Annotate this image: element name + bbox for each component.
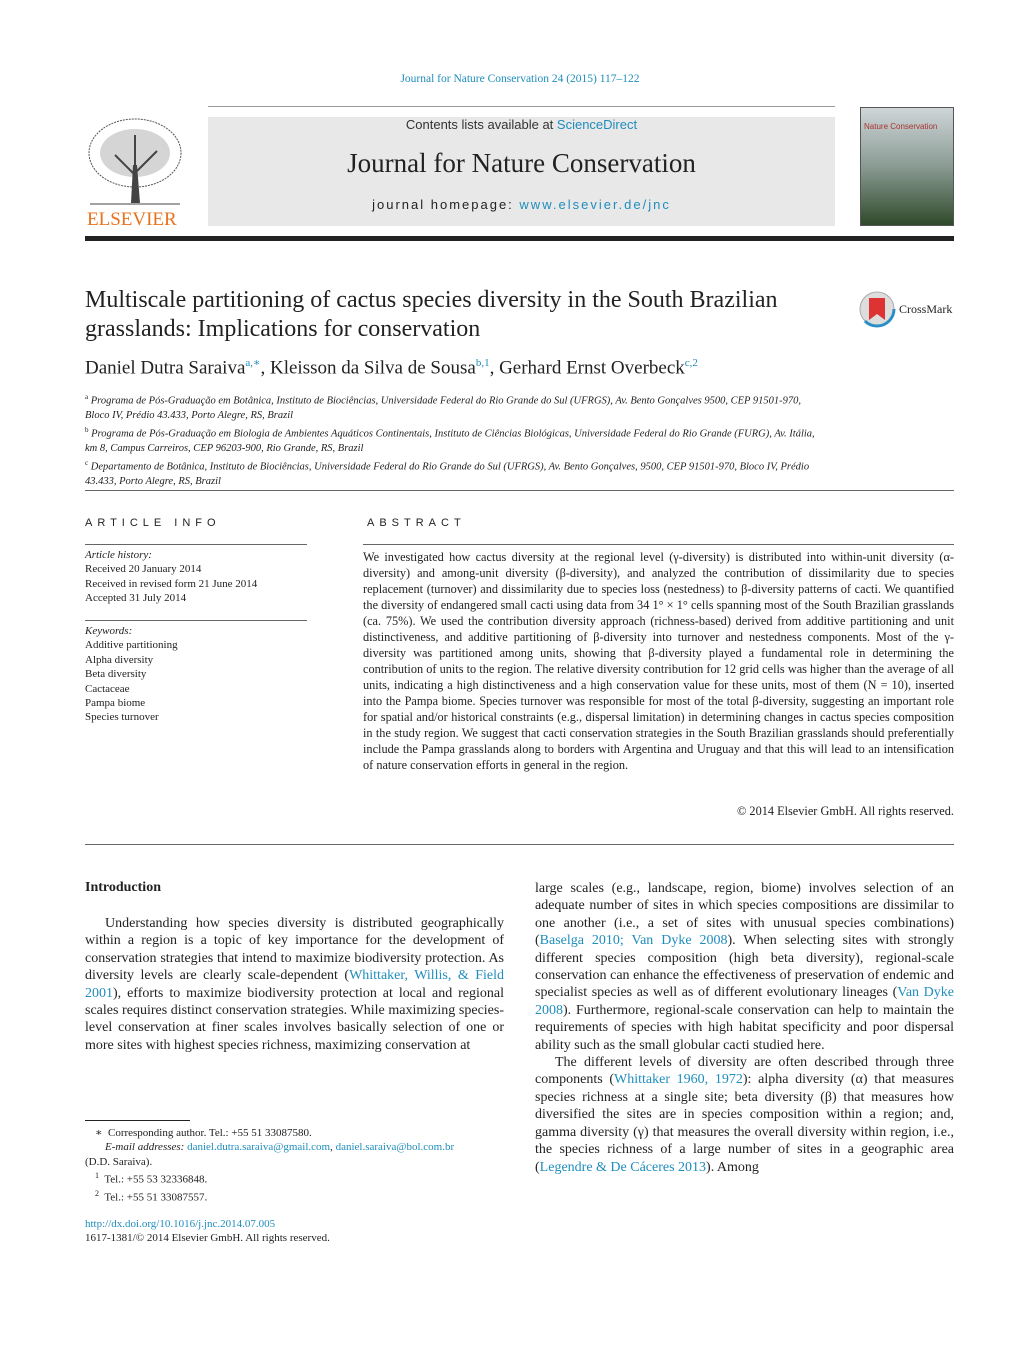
journal-title: Journal for Nature Conservation xyxy=(347,148,696,178)
citation-link[interactable]: Baselga 2010; Van Dyke 2008 xyxy=(540,933,728,948)
body-column-left: Understanding how species diversity is d… xyxy=(85,915,504,1054)
crossmark-badge[interactable]: CrossMark xyxy=(858,290,952,328)
tree-icon: ELSEVIER xyxy=(85,115,185,230)
affiliation: b Programa de Pós-Graduação em Biologia … xyxy=(85,426,815,454)
affiliations: a Programa de Pós-Graduação em Botânica,… xyxy=(85,390,815,489)
running-head[interactable]: Journal for Nature Conservation 24 (2015… xyxy=(0,73,1020,85)
affiliation: a Programa de Pós-Graduação em Botânica,… xyxy=(85,393,802,421)
footnotes: ∗ Corresponding author. Tel.: +55 51 330… xyxy=(85,1127,455,1245)
homepage-link[interactable]: www.elsevier.de/jnc xyxy=(519,197,670,212)
sciencedirect-link[interactable]: ScienceDirect xyxy=(557,117,637,132)
article-title: Multiscale partitioning of cactus specie… xyxy=(85,287,778,342)
paragraph: Understanding how species diversity is d… xyxy=(85,916,504,1053)
journal-cover: Nature Conservation xyxy=(860,107,954,226)
email-link[interactable]: daniel.dutra.saraiva@gmail.com xyxy=(187,1141,330,1153)
citation-link[interactable]: Legendre & De Cáceres 2013 xyxy=(540,1160,706,1175)
abstract-text: We investigated how cactus diversity at … xyxy=(363,550,954,772)
divider xyxy=(85,544,307,545)
article-info-heading: ARTICLE INFO xyxy=(85,517,221,529)
homepage-label: journal homepage: xyxy=(372,197,520,212)
author-list: Daniel Dutra Saraivaa,∗, Kleisson da Sil… xyxy=(85,357,698,379)
affiliation: c Departamento de Botânica, Instituto de… xyxy=(85,459,810,487)
abstract-heading: ABSTRACT xyxy=(367,517,466,529)
elsevier-logo: ELSEVIER xyxy=(85,115,185,230)
citation-link[interactable]: Whittaker 1960, 1972 xyxy=(614,1072,743,1087)
paragraph: large scales (e.g., landscape, region, b… xyxy=(535,881,955,1053)
header-rule xyxy=(85,236,954,241)
divider xyxy=(85,844,954,845)
divider xyxy=(363,544,954,545)
keywords: Keywords: Additive partitioning Alpha div… xyxy=(85,625,178,724)
divider xyxy=(85,490,954,491)
footnote-rule xyxy=(85,1120,190,1121)
section-heading-introduction: Introduction xyxy=(85,880,161,895)
contents-label: Contents lists available at xyxy=(405,117,557,132)
email-link[interactable]: daniel.saraiva@bol.com.br xyxy=(336,1141,455,1153)
doi-link[interactable]: http://dx.doi.org/10.1016/j.jnc.2014.07.… xyxy=(85,1218,275,1230)
body-column-right: large scales (e.g., landscape, region, b… xyxy=(535,880,954,1176)
paragraph: The different levels of diversity are of… xyxy=(535,1055,954,1175)
elsevier-wordmark: ELSEVIER xyxy=(87,209,177,230)
divider xyxy=(85,620,307,621)
divider xyxy=(208,106,835,107)
copyright: © 2014 Elsevier GmbH. All rights reserve… xyxy=(737,804,954,818)
article-history: Article history: Received 20 January 201… xyxy=(85,549,258,605)
crossmark-icon xyxy=(858,290,896,328)
journal-banner: Contents lists available at ScienceDirec… xyxy=(208,117,835,226)
